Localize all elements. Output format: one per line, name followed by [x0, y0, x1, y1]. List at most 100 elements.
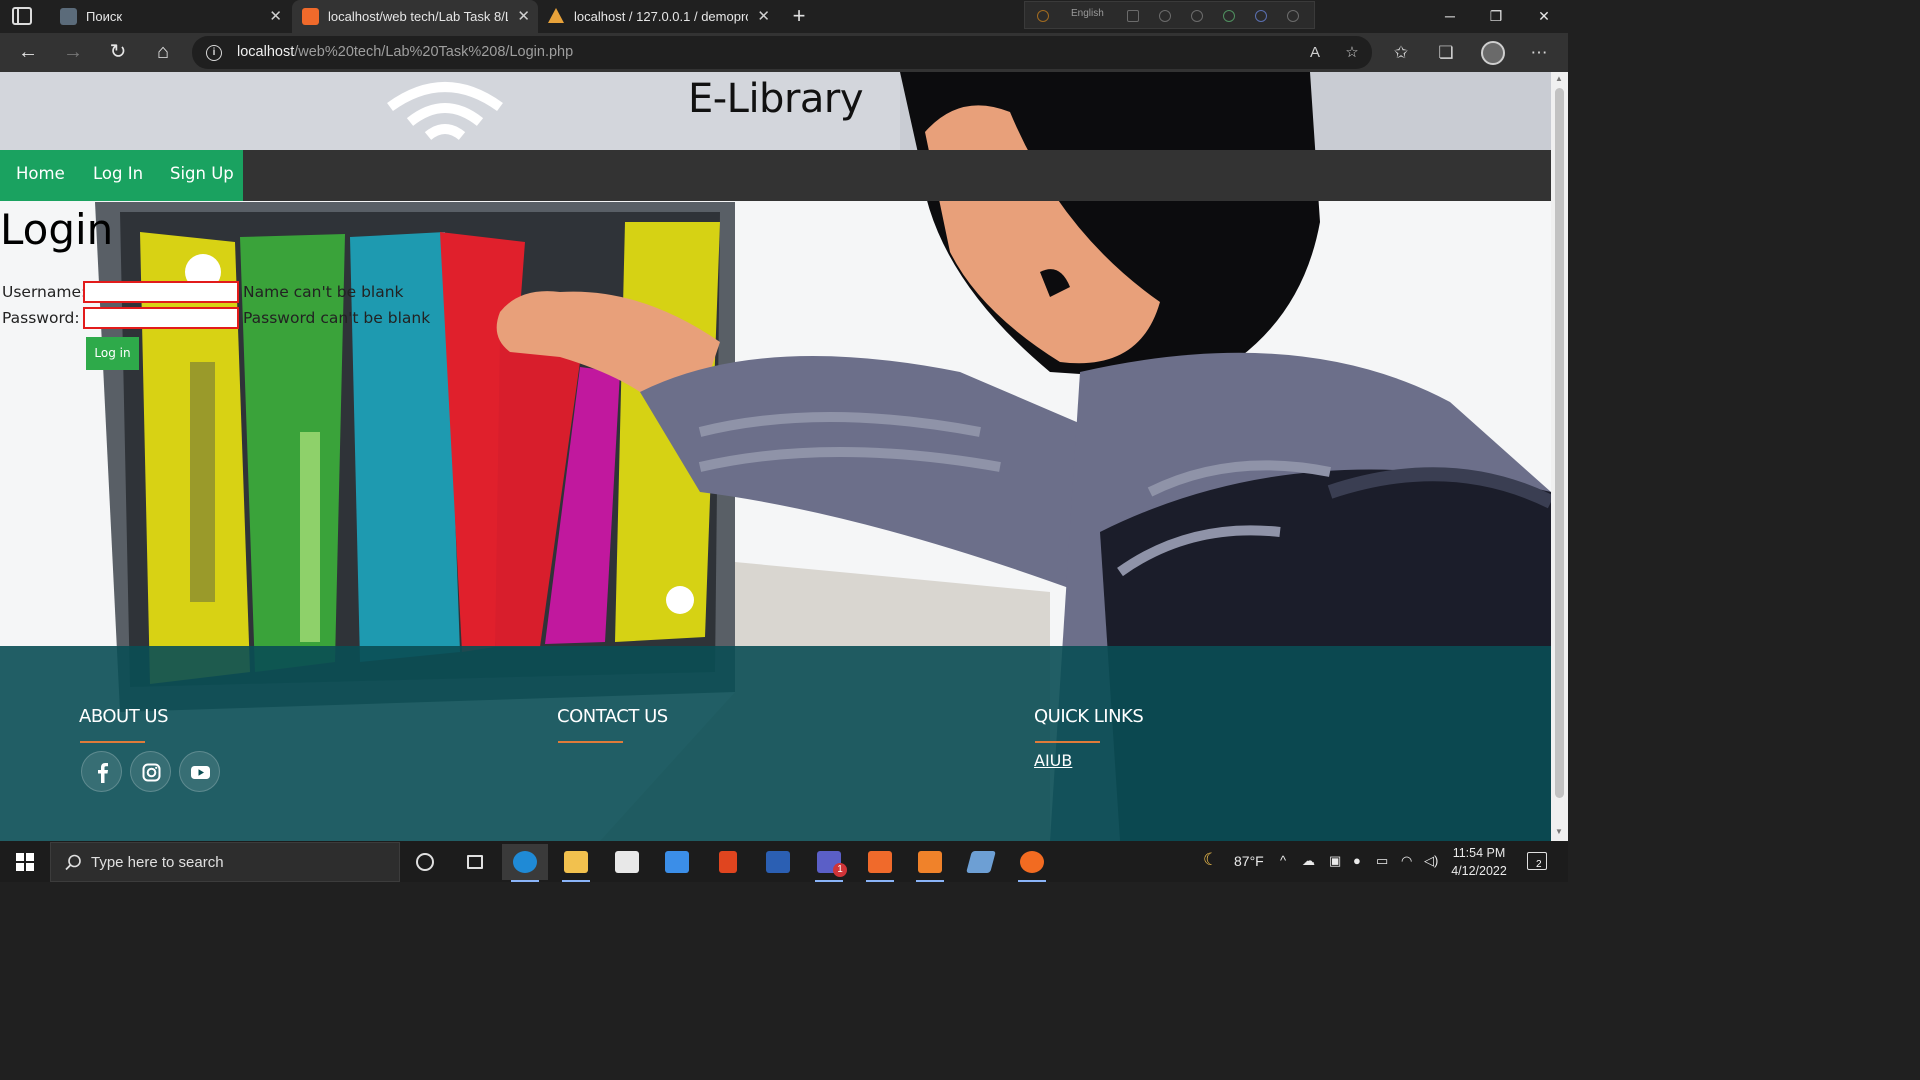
edge-taskbar-icon[interactable]	[502, 844, 548, 882]
url-text[interactable]: localhost/web%20tech/Lab%20Task%208/Logi…	[237, 44, 573, 60]
help-icon[interactable]	[1255, 10, 1267, 22]
weather-temperature[interactable]: 87°F	[1234, 853, 1264, 869]
system-clock[interactable]: 11:54 PM 4/12/2022	[1448, 844, 1510, 880]
aiub-link[interactable]: AIUB	[1034, 751, 1072, 770]
instagram-glyph	[142, 763, 161, 782]
running-indicator	[815, 880, 843, 882]
terminal-logo	[966, 851, 996, 873]
tab-search[interactable]: Поиск ✕	[50, 0, 290, 33]
instagram-icon[interactable]	[130, 751, 171, 792]
windows-start-icon[interactable]	[16, 853, 34, 871]
forward-icon[interactable]: →	[58, 38, 88, 68]
language-label[interactable]: English	[1071, 8, 1104, 19]
username-label: Username:	[2, 283, 87, 301]
show-hidden-icons-icon[interactable]: ^	[1280, 853, 1286, 868]
taskbar-search-box[interactable]: Type here to search	[50, 842, 400, 882]
new-tab-icon[interactable]: +	[788, 2, 810, 30]
tab-title: Поиск	[86, 9, 123, 24]
meet-now-icon[interactable]: ▣	[1329, 853, 1341, 869]
restore-icon[interactable]: ❐	[1473, 0, 1519, 33]
collections-icon[interactable]: ❏	[1435, 42, 1457, 64]
more-options-icon[interactable]: ⋯	[1528, 42, 1550, 64]
refresh-icon[interactable]: ↻	[103, 38, 133, 68]
settings-icon[interactable]	[1191, 10, 1203, 22]
file-explorer-icon[interactable]	[553, 844, 599, 882]
teams-badge: 1	[833, 863, 847, 877]
password-label: Password:	[2, 309, 80, 327]
scrollbar-thumb[interactable]	[1555, 88, 1564, 798]
nav-login-link[interactable]: Log In	[93, 164, 143, 183]
favorites-icon[interactable]: ✩	[1390, 42, 1412, 64]
sublime-logo	[918, 851, 942, 873]
firefox-icon[interactable]	[1009, 844, 1055, 882]
tab-title: localhost/web tech/Lab Task 8/Lo	[328, 9, 508, 24]
quick-links-underline	[1035, 741, 1100, 743]
close-tab-icon[interactable]: ✕	[757, 0, 770, 33]
edge-legacy-icon[interactable]	[1223, 10, 1235, 22]
close-window-icon[interactable]: ✕	[1521, 0, 1567, 33]
main-navbar: Home Log In Sign Up	[0, 150, 1551, 201]
tab-login-page[interactable]: localhost/web tech/Lab Task 8/Lo ✕	[292, 0, 538, 33]
weather-moon-icon[interactable]: ☾	[1203, 850, 1218, 870]
password-field[interactable]	[83, 307, 239, 329]
address-bar[interactable]: i localhost/web%20tech/Lab%20Task%208/Lo…	[192, 36, 1372, 69]
running-indicator	[1018, 880, 1046, 882]
tab-phpmyadmin[interactable]: localhost / 127.0.0.1 / demoproje ✕	[538, 0, 778, 33]
powershell-icon[interactable]	[958, 844, 1004, 880]
scroll-down-icon[interactable]: ▼	[1555, 827, 1563, 836]
close-tab-icon[interactable]: ✕	[269, 0, 282, 33]
volume-icon[interactable]: ◁)	[1424, 853, 1438, 869]
add-favorite-icon[interactable]: ☆	[1342, 44, 1362, 62]
username-field[interactable]	[83, 281, 239, 303]
url-host: localhost	[237, 44, 295, 60]
read-aloud-icon[interactable]: A	[1305, 44, 1325, 62]
back-icon[interactable]: ←	[13, 38, 43, 68]
start-tile	[16, 853, 24, 861]
office-logo	[719, 851, 737, 873]
facebook-icon[interactable]	[81, 751, 122, 792]
notification-count: 2	[1536, 859, 1542, 870]
onedrive-icon[interactable]: ☁	[1302, 853, 1315, 869]
site-info-icon[interactable]: i	[206, 45, 222, 61]
edge-logo	[513, 851, 537, 873]
language-bar: English	[1024, 1, 1315, 29]
office-icon[interactable]	[705, 844, 751, 880]
folder-logo	[564, 851, 588, 873]
cortana-ring	[416, 853, 434, 871]
facebook-glyph	[98, 763, 108, 783]
info-icon[interactable]	[1287, 10, 1299, 22]
close-tab-icon[interactable]: ✕	[517, 0, 530, 33]
nav-home-link[interactable]: Home	[16, 164, 65, 183]
mail-icon[interactable]	[654, 844, 700, 880]
cortana-icon[interactable]	[402, 844, 448, 880]
start-tile	[26, 863, 34, 871]
task-view-icon[interactable]	[452, 844, 498, 880]
page-scrollbar[interactable]: ▲ ▼	[1551, 72, 1568, 841]
nav-signup-link[interactable]: Sign Up	[170, 164, 234, 183]
profile-avatar-icon[interactable]	[1481, 41, 1505, 65]
keyboard-icon[interactable]	[1127, 10, 1139, 22]
scroll-up-icon[interactable]: ▲	[1555, 74, 1563, 83]
teams-icon[interactable]: 1	[806, 844, 852, 882]
youtube-glyph	[191, 766, 210, 779]
site-header: E-Library	[0, 72, 1551, 150]
xampp-favicon-icon	[302, 8, 319, 25]
battery-icon[interactable]: ▭	[1376, 853, 1388, 869]
minimize-icon[interactable]: ─	[1427, 0, 1473, 33]
xampp-icon[interactable]	[857, 844, 903, 882]
ime-icon[interactable]	[1037, 10, 1049, 22]
footer-contact: CONTACT US	[557, 706, 668, 743]
site-title: E-Library	[687, 76, 864, 122]
login-button[interactable]: Log in	[86, 337, 139, 370]
microsoft-store-icon[interactable]	[604, 844, 650, 880]
wifi-icon[interactable]: ◠	[1401, 853, 1412, 869]
word-icon[interactable]	[755, 844, 801, 880]
microphone-icon[interactable]: ●	[1353, 853, 1361, 868]
brush-icon[interactable]	[1159, 10, 1171, 22]
sublime-text-icon[interactable]	[907, 844, 953, 882]
youtube-icon[interactable]	[179, 751, 220, 792]
page-viewport: E-Library Home Log In Sign Up Login User…	[0, 72, 1551, 841]
home-icon[interactable]: ⌂	[148, 38, 178, 68]
tab-actions-icon[interactable]	[12, 7, 32, 25]
notification-center-icon[interactable]: 2	[1527, 852, 1547, 870]
